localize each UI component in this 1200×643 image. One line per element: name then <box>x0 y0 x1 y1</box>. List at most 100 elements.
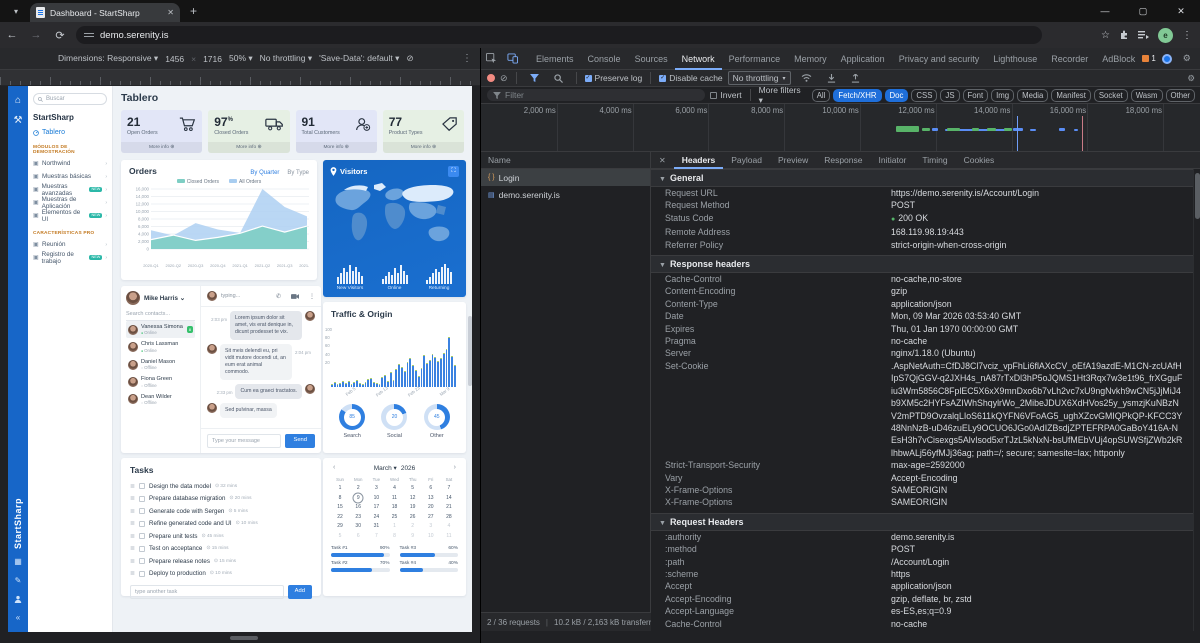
calendar-day[interactable]: 10 <box>422 532 440 542</box>
calendar-day[interactable]: 17 <box>367 503 385 513</box>
stat-card-open-orders[interactable]: 21Open OrdersMore info ⊕ <box>121 110 202 153</box>
drag-handle-icon[interactable]: ≣ <box>130 570 135 577</box>
details-tab-payload[interactable]: Payload <box>723 152 770 169</box>
network-throttling-select[interactable]: No throttling▾ <box>728 71 791 85</box>
filter-chip-wasm[interactable]: Wasm <box>1131 89 1163 102</box>
drag-handle-icon[interactable]: ≣ <box>130 520 135 527</box>
orders-tab-by-quarter[interactable]: By Quarter <box>250 170 279 176</box>
details-tab-response[interactable]: Response <box>816 152 870 169</box>
calendar-day[interactable]: 16 <box>349 503 367 513</box>
calendar-day[interactable]: 4 <box>440 522 458 532</box>
request-table-header[interactable]: Name <box>481 152 650 169</box>
device-toolbar-menu-icon[interactable]: ⋮ <box>462 53 472 64</box>
chat-search-input[interactable]: Search contacts... <box>126 311 195 321</box>
calendar-day[interactable]: 9 <box>404 532 422 542</box>
reading-list-icon[interactable] <box>1138 31 1149 40</box>
more-info-link[interactable]: More info ⊕ <box>208 142 289 153</box>
calendar-day[interactable]: 12 <box>404 494 422 504</box>
calendar-day[interactable]: 5 <box>404 484 422 494</box>
filter-chip-fetch-xhr[interactable]: Fetch/XHR <box>833 89 881 102</box>
sidebar-item-reuni-n[interactable]: ▣Reunión› <box>33 238 107 251</box>
home-icon[interactable]: ⌂ <box>15 95 21 106</box>
more-info-link[interactable]: More info ⊕ <box>296 142 377 153</box>
calendar-day[interactable]: 7 <box>440 484 458 494</box>
task-row[interactable]: ≣Generate code with Sergen⊙ 5 mins <box>130 505 312 518</box>
zoom-select[interactable]: 50% ▾ <box>229 53 253 64</box>
calendar-day[interactable]: 8 <box>331 494 349 504</box>
orders-tab-by-type[interactable]: By Type <box>287 170 309 176</box>
task-checkbox[interactable] <box>139 546 145 552</box>
filter-chip-js[interactable]: JS <box>940 89 959 102</box>
calendar-day[interactable]: 10 <box>367 494 385 504</box>
record-network-log-button[interactable] <box>487 74 495 82</box>
visitors-expand-button[interactable]: ⛶ <box>448 166 459 177</box>
calendar-day[interactable]: 19 <box>404 503 422 513</box>
calendar-day[interactable]: 27 <box>422 513 440 523</box>
calendar-next-button[interactable]: › <box>454 464 456 471</box>
filter-chip-socket[interactable]: Socket <box>1094 89 1128 102</box>
task-row[interactable]: ≣Design the data model⊙ 32 mins <box>130 480 312 493</box>
calendar-day[interactable]: 20 <box>422 503 440 513</box>
task-checkbox[interactable] <box>139 571 145 577</box>
calendar-day[interactable]: 9 <box>349 494 367 504</box>
window-maximize-button[interactable]: ▢ <box>1124 0 1162 22</box>
request-row-demo-serenity-is[interactable]: ▤demo.serenity.is <box>481 186 650 203</box>
calendar-day[interactable]: 4 <box>385 484 403 494</box>
window-close-button[interactable]: ✕ <box>1162 0 1200 22</box>
filter-chip-all[interactable]: All <box>812 89 831 102</box>
drag-handle-icon[interactable]: ≣ <box>130 558 135 565</box>
sidebar-item-muestras-b-sicas[interactable]: ▣Muestras básicas› <box>33 170 107 183</box>
disable-cache-checkbox[interactable]: ✓Disable cache <box>659 73 722 83</box>
throttling-select[interactable]: No throttling ▾ <box>260 53 312 64</box>
filter-chip-doc[interactable]: Doc <box>885 89 909 102</box>
details-tab-headers[interactable]: Headers <box>674 152 724 169</box>
calendar-day[interactable]: 2 <box>404 522 422 532</box>
calendar-month-select[interactable]: March ▾ <box>374 464 397 472</box>
device-toolbar-toggle-icon[interactable] <box>502 53 523 64</box>
filter-chip-manifest[interactable]: Manifest <box>1051 89 1090 102</box>
filter-input[interactable]: Filter <box>487 89 705 101</box>
filter-chip-img[interactable]: Img <box>991 89 1014 102</box>
export-har-icon[interactable] <box>846 74 865 83</box>
task-row[interactable]: ≣Test on acceptance⊙ 15 mins <box>130 543 312 556</box>
calendar-day[interactable]: 6 <box>422 484 440 494</box>
site-settings-icon[interactable] <box>84 31 94 39</box>
drag-handle-icon[interactable]: ≣ <box>130 508 135 515</box>
extensions-icon[interactable] <box>1119 30 1129 40</box>
network-conditions-icon[interactable] <box>796 74 817 82</box>
back-button[interactable]: ← <box>0 29 24 41</box>
section-header-request[interactable]: ▼Request Headers <box>651 513 1193 531</box>
sidebar-item-muestras-avanzadas[interactable]: ▣Muestras avanzadasNEW› <box>33 183 107 196</box>
filter-chip-media[interactable]: Media <box>1017 89 1048 102</box>
section-header-general[interactable]: ▼General <box>651 169 1193 187</box>
chat-message-input[interactable]: Type your message <box>207 434 281 448</box>
page-scrollbar-horizontal[interactable] <box>8 636 472 642</box>
palette-icon[interactable]: ✎ <box>15 576 22 585</box>
calendar-prev-button[interactable]: ‹ <box>333 464 335 471</box>
sidebar-item-muestras-de-aplicaci-n[interactable]: ▣Muestras de Aplicación› <box>33 196 107 209</box>
calendar-day[interactable]: 26 <box>404 513 422 523</box>
page-scrollbar-vertical[interactable] <box>468 316 472 386</box>
calendar-day[interactable]: 13 <box>422 494 440 504</box>
details-tab-initiator[interactable]: Initiator <box>871 152 915 169</box>
more-info-link[interactable]: More info ⊕ <box>383 142 464 153</box>
task-row[interactable]: ≣Prepare database migration⊙ 20 mins <box>130 493 312 506</box>
sidebar-item-northwind[interactable]: ▣Northwind› <box>33 157 107 170</box>
sidebar-item-tablero[interactable]: Tablero <box>33 129 107 136</box>
more-filters-select[interactable]: More filters ▾ <box>759 85 805 106</box>
calendar-day[interactable]: 11 <box>440 532 458 542</box>
task-checkbox[interactable] <box>139 508 145 514</box>
section-header-response[interactable]: ▼Response headers <box>651 255 1193 273</box>
search-network-icon[interactable] <box>549 74 568 83</box>
contact-dean-wilder[interactable]: Dean WilderOffline <box>126 391 195 408</box>
stat-card-product-types[interactable]: 77Product TypesMore info ⊕ <box>383 110 464 153</box>
calendar-day[interactable]: 24 <box>367 513 385 523</box>
calendar-day[interactable]: 8 <box>385 532 403 542</box>
calendar-day[interactable]: 21 <box>440 503 458 513</box>
devtools-tab-console[interactable]: Console <box>581 48 628 70</box>
add-task-button[interactable]: Add <box>288 585 312 599</box>
close-details-icon[interactable]: ✕ <box>651 156 674 165</box>
dimensions-select[interactable]: Dimensions: Responsive ▾ <box>58 53 158 64</box>
network-overview-timeline[interactable]: 2,000 ms4,000 ms6,000 ms8,000 ms10,000 m… <box>481 104 1200 152</box>
drag-handle-icon[interactable]: ≣ <box>130 495 135 502</box>
